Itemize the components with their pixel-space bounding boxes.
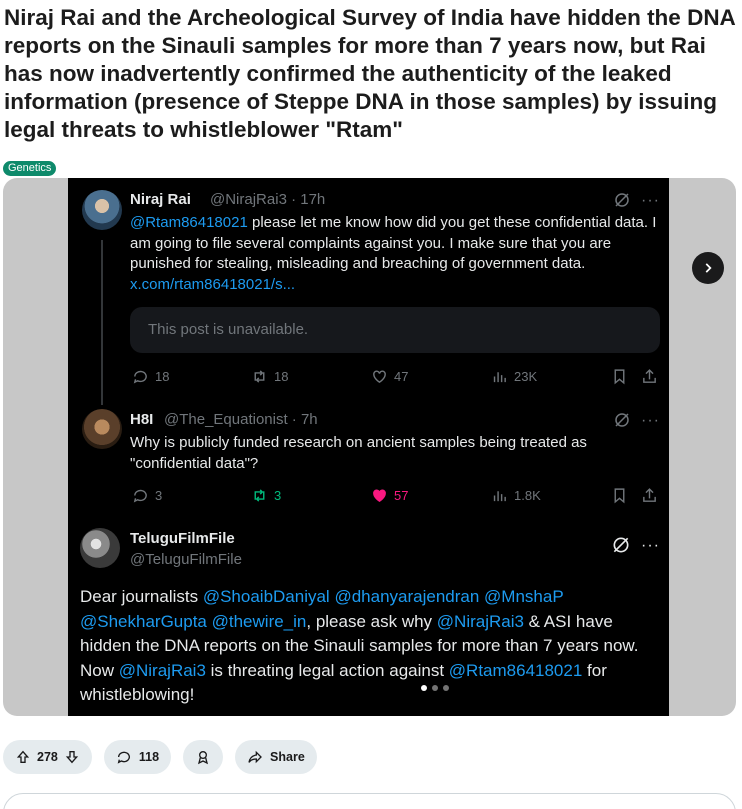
tweet-body-segment: is threating legal action against: [205, 660, 449, 680]
post-title[interactable]: Niraj Rai and the Archeological Survey o…: [4, 4, 740, 144]
retweet-count: 3: [251, 487, 281, 504]
share-button[interactable]: Share: [235, 740, 317, 774]
upvote-count: 278: [37, 750, 58, 764]
tweet-handle-time: @The_Equationist · 7h: [164, 411, 318, 428]
tweet-text: Dear journalists @ShoaibDaniyal @dhanyar…: [80, 585, 660, 708]
retweet-count: 18: [251, 368, 288, 385]
mention-link[interactable]: @dhanyarajendran: [334, 587, 479, 606]
award-button[interactable]: [183, 740, 224, 774]
more-options-icon: ···: [641, 192, 660, 209]
comment-count: 118: [138, 750, 160, 764]
mention-link[interactable]: @Rtam86418021: [130, 214, 248, 231]
tweet-author-name: TeluguFilmFile: [130, 530, 235, 547]
bookmark-icon: [614, 488, 625, 504]
reply-count: 18: [132, 368, 169, 385]
tweet-link[interactable]: x.com/rtam86418021/s...: [130, 276, 295, 293]
reply-count: 3: [132, 487, 162, 504]
mention-link[interactable]: @Rtam86418021: [449, 661, 583, 680]
grok-icon: [615, 193, 629, 207]
comments-button[interactable]: 118: [103, 740, 172, 774]
award-icon: [198, 751, 209, 765]
thread-line: [101, 240, 103, 405]
tweet-handle: @TeluguFilmFile: [130, 551, 242, 568]
carousel-dot: [443, 685, 449, 691]
carousel-dots: [421, 685, 449, 691]
reply-icon: [133, 370, 147, 384]
like-count: 57: [371, 487, 408, 504]
mention-link[interactable]: @ShoaibDaniyal: [203, 587, 330, 606]
mention-link[interactable]: @MnshaP: [484, 587, 563, 606]
tweet-body-segment: , please ask why: [306, 611, 437, 631]
arrow-down-icon[interactable]: [64, 749, 80, 765]
tweet-author-name: Η8Ι: [130, 411, 154, 428]
avatar: [82, 190, 122, 230]
comment-bubble-icon: [117, 751, 130, 764]
bookmark-icon: [614, 369, 625, 385]
views-icon: [493, 372, 506, 383]
tweet-handle-time: @NirajRai3 · 17h: [210, 191, 326, 208]
mention-link[interactable]: @thewire_in: [212, 612, 307, 631]
views-count: 1.8K: [491, 487, 541, 504]
carousel-dot: [421, 685, 427, 691]
retweet-icon: [254, 370, 265, 383]
like-count: 47: [371, 368, 408, 385]
arrow-up-icon[interactable]: [15, 749, 31, 765]
quote-unavailable: This post is unavailable.: [130, 307, 660, 353]
share-icon: [643, 369, 656, 383]
vote-pill: 278: [3, 740, 92, 774]
tweet-screenshot: Niraj Rai @NirajRai3 · 17h ··· @Rtam8641…: [68, 178, 669, 716]
more-options-icon: ···: [641, 412, 660, 429]
media-gallery: Niraj Rai @NirajRai3 · 17h ··· @Rtam8641…: [3, 178, 736, 716]
tweet-body-segment: Dear journalists: [80, 587, 203, 606]
retweet-icon: [254, 489, 265, 502]
grok-icon: [613, 537, 629, 553]
more-options-icon: ···: [641, 537, 660, 554]
carousel-dot: [432, 685, 438, 691]
chevron-right-icon: [705, 263, 712, 273]
share-label: Share: [270, 750, 305, 764]
avatar: [80, 528, 120, 568]
heart-icon: [373, 370, 386, 384]
flair-badge[interactable]: Genetics: [3, 161, 57, 176]
comment-input[interactable]: [3, 793, 736, 809]
share-arrow-icon: [248, 750, 262, 764]
post-actions: 278 118 Share: [3, 740, 317, 774]
tweet-text: @Rtam86418021 please let me know how did…: [130, 213, 660, 295]
tweet-text: Why is publicly funded research on ancie…: [130, 434, 587, 472]
grok-icon: [615, 413, 629, 427]
tweet-author-name: Niraj Rai: [130, 191, 191, 208]
views-count: 23K: [491, 368, 537, 385]
views-icon: [493, 491, 506, 502]
mention-link[interactable]: @NirajRai3: [119, 661, 206, 680]
reply-icon: [133, 489, 147, 503]
next-image-button[interactable]: [692, 252, 724, 284]
share-icon: [643, 488, 656, 502]
mention-link[interactable]: @ShekharGupta: [80, 612, 207, 631]
heart-icon: [373, 489, 386, 503]
avatar: [82, 409, 122, 449]
mention-link[interactable]: @NirajRai3: [437, 612, 524, 631]
